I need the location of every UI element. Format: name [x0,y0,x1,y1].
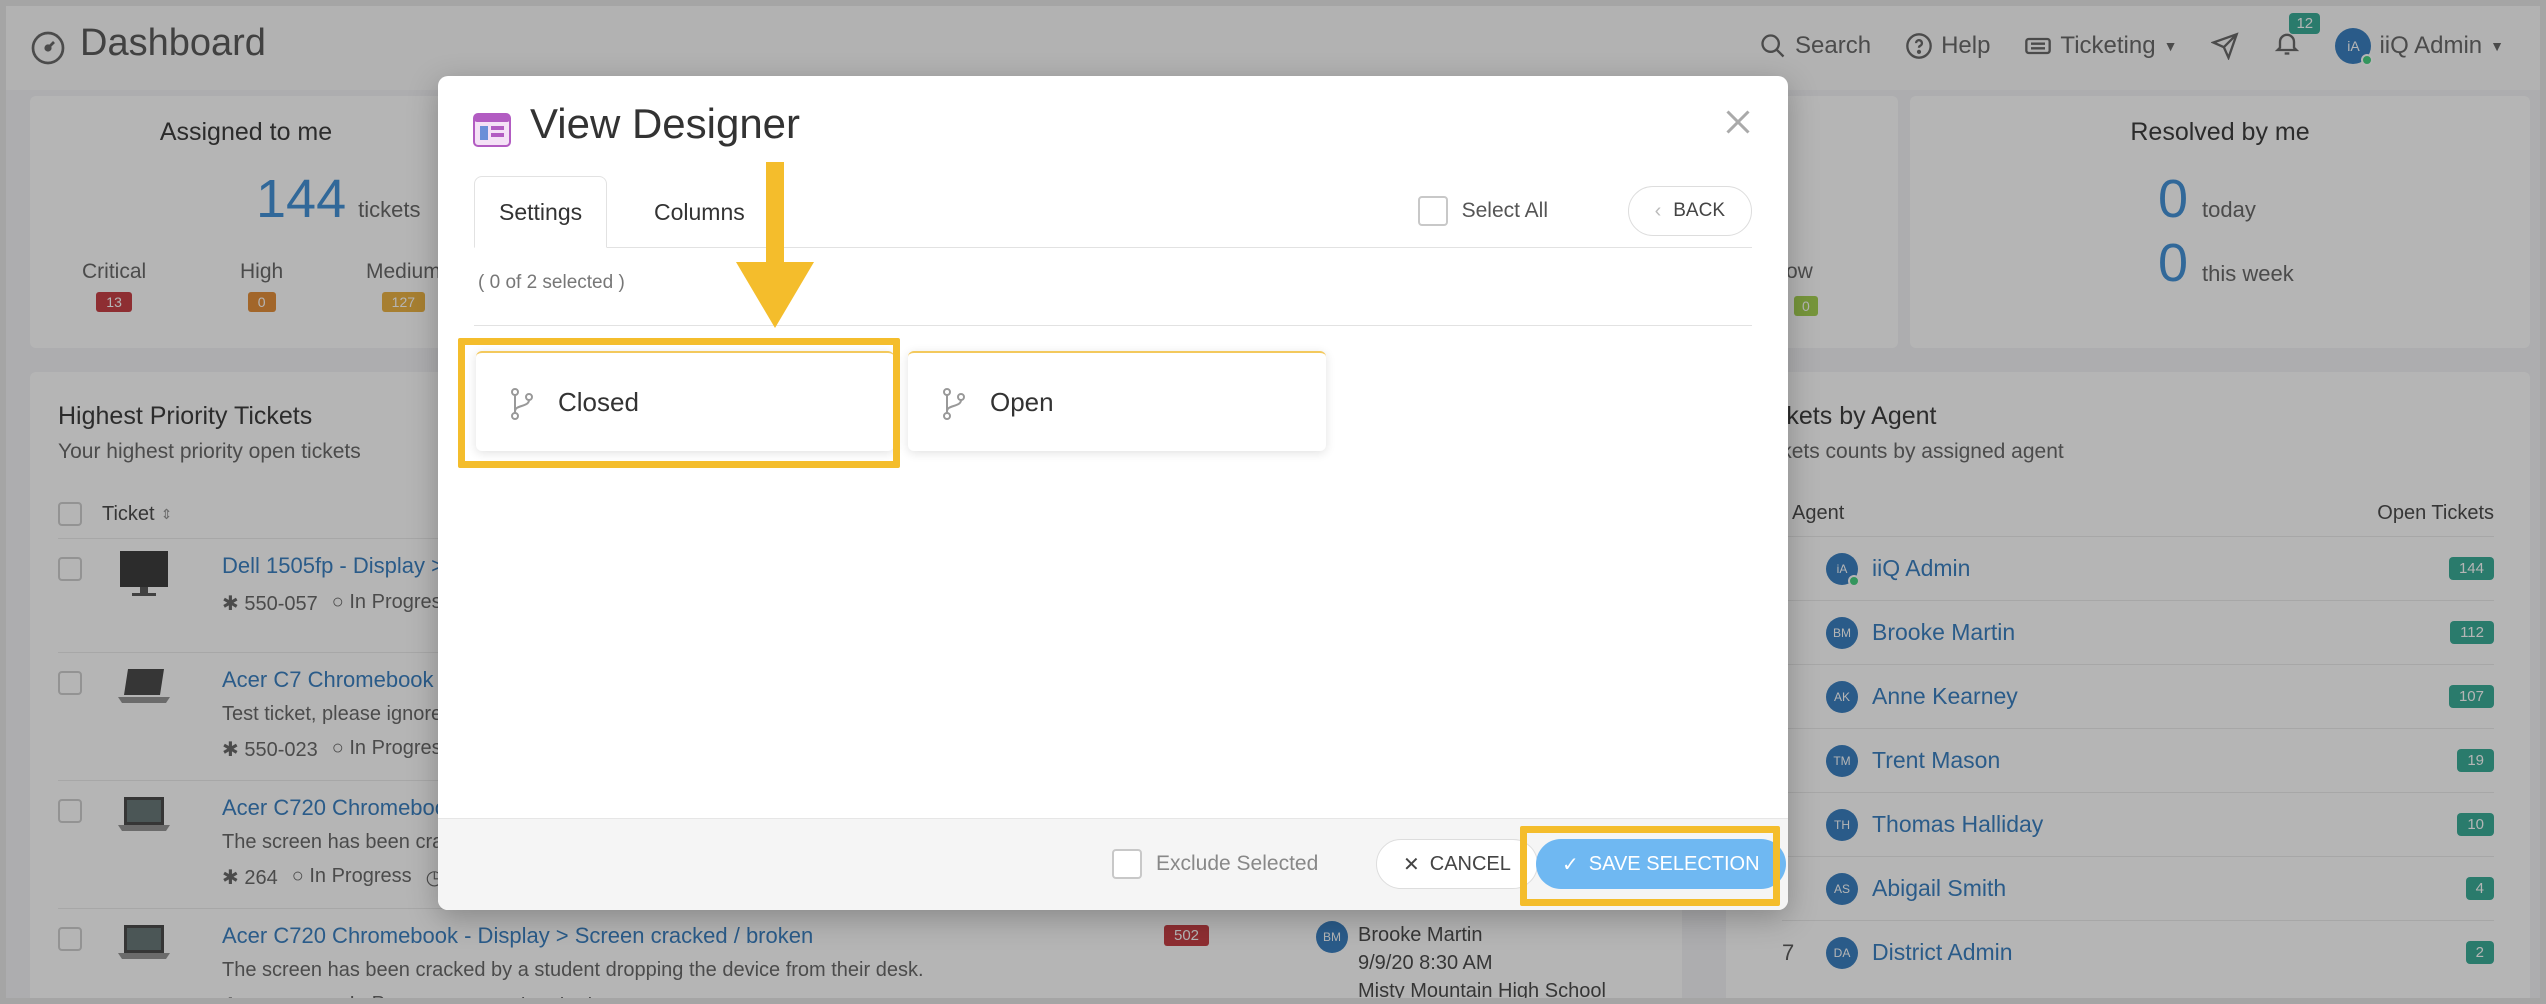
tab-columns[interactable]: Columns [630,176,769,248]
select-all-label: Select All [1461,199,1548,222]
divider [474,325,1752,326]
selection-count: ( 0 of 2 selected ) [478,272,625,293]
view-designer-modal: View Designer Settings Columns Select Al… [438,76,1788,910]
exclude-selected-box[interactable] [1112,849,1142,879]
modal-footer: Exclude Selected ✕ CANCEL ✓ SAVE SELECTI… [438,818,1788,910]
save-selection-button[interactable]: ✓ SAVE SELECTION [1536,839,1786,889]
exclude-selected-label: Exclude Selected [1156,852,1319,875]
exclude-selected-checkbox[interactable]: Exclude Selected [1112,849,1318,879]
tab-settings[interactable]: Settings [474,176,608,248]
option-label: Closed [558,387,639,417]
option-open[interactable]: Open [908,351,1326,451]
cancel-label: CANCEL [1429,852,1511,875]
chevron-left-icon: ‹ [1654,199,1662,222]
view-designer-icon [473,113,511,147]
branch-icon [943,388,965,420]
save-label: SAVE SELECTION [1588,852,1760,875]
back-button[interactable]: ‹ BACK [1627,186,1752,236]
check-icon: ✓ [1562,853,1579,876]
branch-icon [511,388,533,420]
close-icon: ✕ [1403,853,1420,876]
close-icon[interactable] [1720,104,1756,140]
option-label: Open [990,387,1054,417]
cancel-button[interactable]: ✕ CANCEL [1376,839,1538,889]
select-all-box[interactable] [1417,196,1448,226]
select-all-checkbox[interactable]: Select All [1417,196,1548,226]
modal-title: View Designer [530,100,801,147]
modal-tabs: Settings Columns Select All ‹ BACK [474,176,1752,248]
back-label: BACK [1673,200,1725,221]
option-closed[interactable]: Closed [476,351,894,451]
